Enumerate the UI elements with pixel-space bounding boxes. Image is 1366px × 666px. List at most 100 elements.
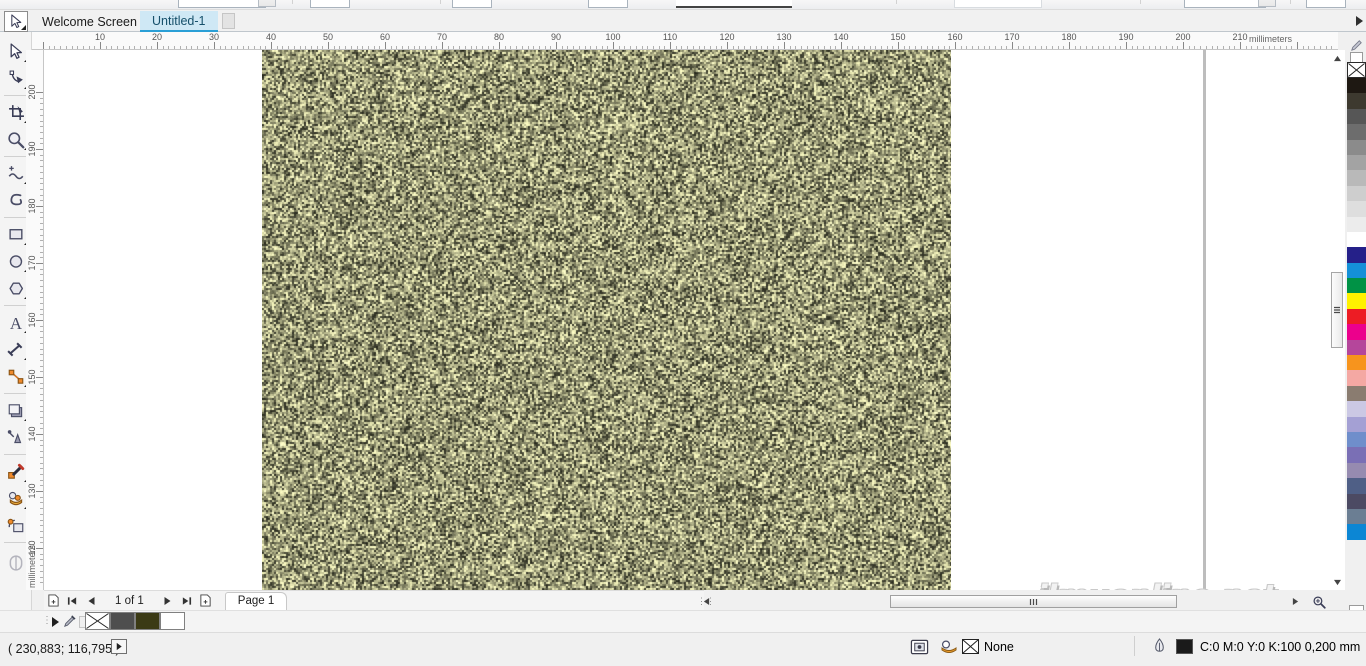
ruler-tick bbox=[40, 291, 43, 293]
ruler-tick bbox=[40, 559, 43, 561]
ruler-label: 180 bbox=[27, 198, 37, 214]
horizontal-ruler[interactable]: millimeters 10 20 30 40 50 60 70 80 90 100 110 120 1… bbox=[32, 32, 1338, 50]
propbar-swatch-gray[interactable] bbox=[110, 612, 135, 630]
vertical-scrollbar-thumb[interactable] bbox=[1331, 272, 1343, 348]
palette-swatch[interactable] bbox=[1347, 262, 1366, 279]
fill-none-swatch[interactable] bbox=[962, 639, 979, 654]
ruler-tick bbox=[145, 46, 147, 49]
drag-grip-icon[interactable]: ⋮ bbox=[42, 615, 52, 626]
palette-swatch[interactable] bbox=[1347, 78, 1366, 94]
swatch-no-color[interactable] bbox=[1347, 62, 1366, 78]
scroll-up-icon[interactable] bbox=[1329, 50, 1345, 66]
toolbar-field-3[interactable] bbox=[452, 0, 492, 8]
palette-swatch[interactable] bbox=[1347, 293, 1366, 309]
next-page-button[interactable] bbox=[158, 592, 177, 610]
eyedropper-icon[interactable] bbox=[62, 614, 77, 634]
palette-swatch[interactable] bbox=[1347, 216, 1366, 232]
palette-swatch[interactable] bbox=[1347, 324, 1366, 340]
outline-color-swatch[interactable] bbox=[1176, 639, 1193, 654]
tab-welcome-screen[interactable]: Welcome Screen bbox=[30, 11, 149, 32]
nudge-field[interactable] bbox=[1184, 0, 1266, 8]
ruler-tick bbox=[253, 46, 255, 49]
add-page-end-button[interactable] bbox=[196, 592, 215, 610]
ruler-tick bbox=[841, 42, 842, 49]
palette-swatch[interactable] bbox=[1347, 339, 1366, 356]
ruler-tick bbox=[538, 46, 540, 49]
scroll-left-icon[interactable] bbox=[700, 594, 713, 609]
dock-panel-icon[interactable] bbox=[222, 13, 235, 29]
ruler-tick bbox=[40, 143, 43, 145]
palette-swatch[interactable] bbox=[1347, 247, 1366, 263]
ruler-label: 40 bbox=[265, 32, 277, 42]
propbar-swatch-olive[interactable] bbox=[135, 612, 160, 630]
snap-to-icon[interactable] bbox=[910, 638, 929, 662]
propbar-swatch-no-color[interactable] bbox=[85, 612, 110, 630]
palette-swatch[interactable] bbox=[1347, 170, 1366, 186]
texture-bitmap-object[interactable] bbox=[262, 50, 951, 590]
ruler-tick bbox=[1314, 46, 1316, 49]
palette-swatch[interactable] bbox=[1347, 462, 1366, 479]
palette-swatch[interactable] bbox=[1347, 139, 1366, 155]
outline-pen-icon[interactable] bbox=[1152, 638, 1167, 660]
palette-swatch[interactable] bbox=[1347, 431, 1366, 448]
palette-swatch[interactable] bbox=[1347, 385, 1366, 402]
palette-swatch[interactable] bbox=[1347, 278, 1366, 294]
zoom-fit-button[interactable] bbox=[1310, 594, 1328, 610]
propbar-swatch-white[interactable] bbox=[160, 612, 185, 630]
palette-swatch[interactable] bbox=[1347, 154, 1366, 171]
ruler-tick bbox=[413, 46, 415, 49]
toolbar-field-6[interactable] bbox=[1306, 0, 1346, 8]
page-tab-page-1[interactable]: Page 1 bbox=[224, 591, 288, 610]
last-page-button[interactable] bbox=[177, 592, 196, 610]
palette-swatch[interactable] bbox=[1347, 93, 1366, 109]
fill-bucket-icon[interactable] bbox=[940, 638, 958, 661]
toolbar-field-2[interactable] bbox=[310, 0, 350, 8]
ruler-tick bbox=[516, 46, 518, 49]
palette-swatch[interactable] bbox=[1347, 524, 1366, 540]
palette-swatch[interactable] bbox=[1347, 108, 1366, 125]
tab-untitled-1[interactable]: Untitled-1 bbox=[140, 11, 218, 32]
ruler-tick bbox=[795, 46, 797, 49]
ruler-tick bbox=[40, 245, 43, 247]
first-page-button[interactable] bbox=[63, 592, 82, 610]
coordinates-go-button[interactable] bbox=[111, 639, 127, 654]
palette-swatch[interactable] bbox=[1347, 124, 1366, 140]
active-tool-indicator[interactable] bbox=[4, 11, 28, 32]
prev-page-button[interactable] bbox=[82, 592, 101, 610]
scroll-right-icon[interactable] bbox=[1289, 594, 1302, 609]
ruler-tick bbox=[40, 519, 43, 521]
palette-swatch[interactable] bbox=[1347, 308, 1366, 325]
palette-swatch[interactable] bbox=[1347, 231, 1366, 248]
outline-width-preview[interactable] bbox=[676, 0, 792, 8]
scroll-down-icon[interactable] bbox=[1329, 574, 1345, 590]
page-width-spinner[interactable] bbox=[258, 0, 276, 7]
palette-swatch[interactable] bbox=[1347, 185, 1366, 202]
add-page-start-button[interactable] bbox=[44, 592, 63, 610]
page-width-field[interactable] bbox=[178, 0, 266, 8]
palette-swatch[interactable] bbox=[1347, 401, 1366, 417]
drawing-canvas[interactable]: ilmuonline.net bbox=[44, 50, 1329, 590]
vertical-scrollbar[interactable] bbox=[1329, 50, 1345, 590]
chevron-right-icon[interactable] bbox=[1356, 16, 1363, 26]
ruler-tick bbox=[40, 536, 43, 538]
color-palette[interactable] bbox=[1347, 62, 1366, 604]
palette-swatch[interactable] bbox=[1347, 370, 1366, 386]
toolbar-field-5[interactable] bbox=[954, 0, 1042, 8]
vertical-guideline[interactable] bbox=[1203, 50, 1206, 590]
outline-pen-icon bbox=[9, 554, 23, 571]
vertical-ruler[interactable]: millimeters 200 190 180 170 160 150 140 130 120 bbox=[26, 50, 44, 590]
ruler-tick bbox=[40, 97, 43, 99]
palette-swatch[interactable] bbox=[1347, 508, 1366, 525]
palette-swatch[interactable] bbox=[1347, 478, 1366, 494]
nudge-spinner[interactable] bbox=[1258, 0, 1276, 7]
palette-swatch[interactable] bbox=[1347, 493, 1366, 509]
horizontal-scrollbar[interactable] bbox=[700, 594, 1330, 609]
horizontal-scrollbar-thumb[interactable] bbox=[890, 595, 1177, 608]
ruler-tick bbox=[641, 46, 643, 49]
palette-swatch[interactable] bbox=[1347, 416, 1366, 432]
palette-swatch[interactable] bbox=[1347, 201, 1366, 217]
toolbar-field-4[interactable] bbox=[588, 0, 628, 8]
play-arrow-icon[interactable] bbox=[52, 617, 59, 627]
palette-swatch[interactable] bbox=[1347, 447, 1366, 463]
palette-swatch[interactable] bbox=[1347, 355, 1366, 371]
